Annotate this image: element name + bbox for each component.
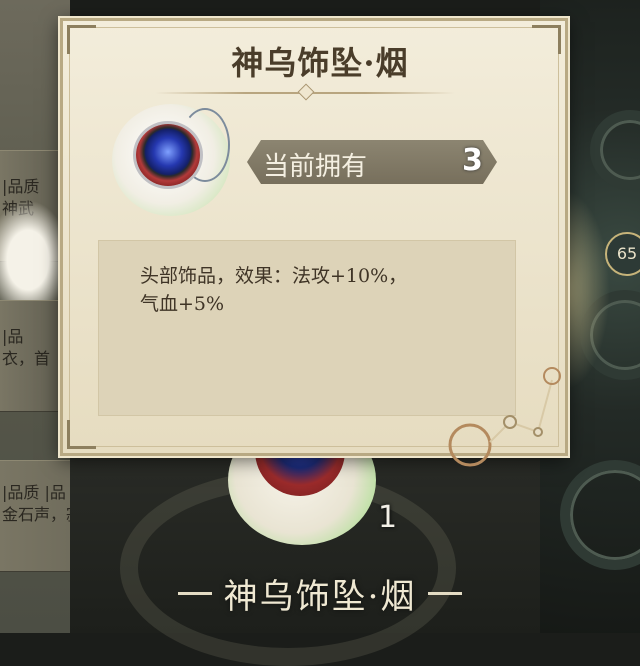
dash-decoration xyxy=(177,591,212,595)
list-item-quality: |品 xyxy=(2,327,24,346)
list-item-desc: 衣，首 xyxy=(2,349,51,368)
dash-decoration xyxy=(428,591,463,595)
description-line: 气血+5% xyxy=(140,293,225,315)
owned-label: 当前拥有 xyxy=(263,152,368,182)
bottom-item-name: 神乌饰坠·烟 xyxy=(223,576,417,617)
description-line: 头部饰品，效果：法攻+10%， xyxy=(140,265,408,287)
bottom-item-count: 1 xyxy=(378,500,398,535)
corner-decoration xyxy=(67,420,96,449)
list-item-quality: |品质 xyxy=(2,177,40,196)
item-description: 头部饰品，效果：法攻+10%， 气血+5% xyxy=(140,262,500,318)
pendant-gem-icon xyxy=(136,124,200,186)
owned-count: 3 xyxy=(462,143,483,178)
popup-title: 神乌饰坠·烟 xyxy=(231,44,409,82)
bottom-item-name-row: 神乌饰坠·烟 xyxy=(130,568,510,618)
bead-chain-decoration xyxy=(448,367,561,467)
list-item-quality: |品质 |品 xyxy=(2,483,66,502)
